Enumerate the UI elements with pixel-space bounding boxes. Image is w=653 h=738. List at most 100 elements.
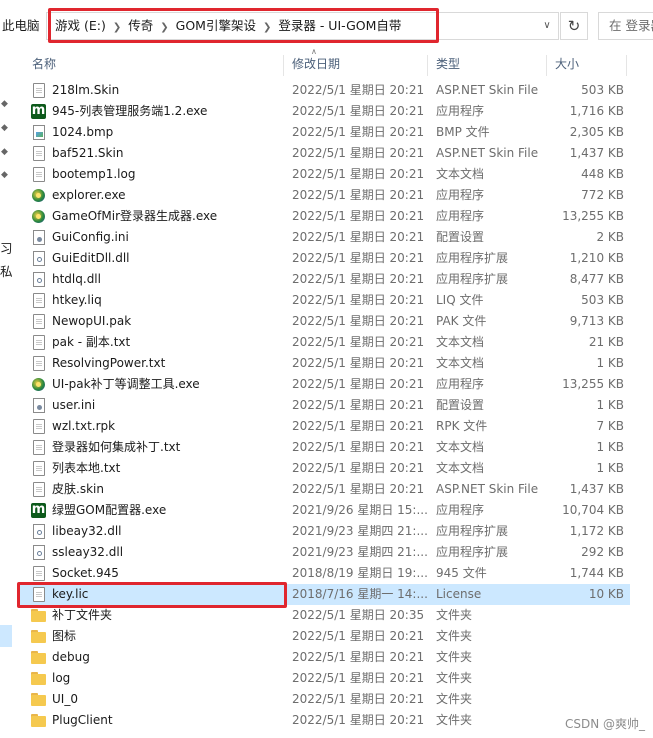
modified-date: 2022/5/1 星期日 20:21 <box>292 398 425 412</box>
file-row[interactable]: 列表本地.txt 2022/5/1 星期日 20:21 文本文档 1 KB <box>20 458 630 479</box>
column-divider[interactable] <box>626 55 627 76</box>
file-type: 文件夹 <box>436 608 473 622</box>
file-row[interactable]: NewopUI.pak 2022/5/1 星期日 20:21 PAK 文件 9,713… <box>20 311 630 332</box>
modified-date: 2022/5/1 星期日 20:21 <box>292 671 425 685</box>
file-row[interactable]: wzl.txt.rpk 2022/5/1 星期日 20:21 RPK 文件 7 KB <box>20 416 630 437</box>
modified-date: 2021/9/23 星期四 21:... <box>292 545 428 559</box>
modified-date: 2022/5/1 星期日 20:21 <box>292 650 425 664</box>
file-row[interactable]: explorer.exe 2022/5/1 星期日 20:21 应用程序 772 KB <box>20 185 630 206</box>
file-row[interactable]: key.lic 2018/7/16 星期一 14:... License 10 KB <box>20 584 630 605</box>
file-type: 文本文档 <box>436 167 485 181</box>
file-name: ssleay32.dll <box>52 545 124 559</box>
file-name: log <box>52 671 71 685</box>
file-row[interactable]: Socket.945 2018/8/19 星期日 19:... 945 文件 1,74… <box>20 563 630 584</box>
file-icon <box>33 356 45 371</box>
column-name[interactable]: 名称 <box>32 55 56 75</box>
file-icon <box>33 314 45 329</box>
file-row[interactable]: pak - 副本.txt 2022/5/1 星期日 20:21 文本文档 21 KB <box>20 332 630 353</box>
file-name: libeay32.dll <box>52 524 122 538</box>
column-size[interactable]: 大小 <box>555 55 579 75</box>
modified-date: 2022/5/1 星期日 20:21 <box>292 230 425 244</box>
file-row[interactable]: 皮肤.skin 2022/5/1 星期日 20:21 ASP.NET Skin Fi… <box>20 479 630 500</box>
file-type: 应用程序扩展 <box>436 251 509 265</box>
file-row[interactable]: 1024.bmp 2022/5/1 星期日 20:21 BMP 文件 2,305 KB <box>20 122 630 143</box>
file-icon <box>33 83 45 98</box>
folder-icon <box>31 629 46 644</box>
app-icon <box>31 377 46 392</box>
modified-date: 2021/9/26 星期日 15:... <box>292 503 428 517</box>
file-row[interactable]: GameOfMir登录器生成器.exe 2022/5/1 星期日 20:21 应用程… <box>20 206 630 227</box>
file-icon <box>33 587 45 602</box>
breadcrumb-current-folder[interactable]: 登录器 - UI-GOM自带 <box>278 13 401 39</box>
breadcrumb-drive[interactable]: 游戏 (E:) <box>55 13 106 39</box>
file-type: PAK 文件 <box>436 314 487 328</box>
file-row[interactable]: bootemp1.log 2022/5/1 星期日 20:21 文本文档 448 KB <box>20 164 630 185</box>
address-bar[interactable]: 游戏 (E:) ❯ 传奇 ❯ GOM引擎架设 ❯ 登录器 - UI-GOM自带 ∨ <box>46 12 559 40</box>
file-row[interactable]: UI-pak补丁等调整工具.exe 2022/5/1 星期日 20:21 应用程序 1… <box>20 374 630 395</box>
file-type: License <box>436 587 482 601</box>
file-size: 1,437 KB <box>569 146 624 160</box>
file-type: 应用程序扩展 <box>436 524 509 538</box>
file-name: 1024.bmp <box>52 125 114 139</box>
pin-icon: ◆ <box>1 170 8 180</box>
search-input[interactable]: 在 登录器 <box>598 12 653 40</box>
file-type: LIQ 文件 <box>436 293 484 307</box>
file-row[interactable]: baf521.Skin 2022/5/1 星期日 20:21 ASP.NET Ski… <box>20 143 630 164</box>
file-icon <box>33 335 45 350</box>
file-size: 10,704 KB <box>562 503 624 517</box>
folder-row[interactable]: log 2022/5/1 星期日 20:21 文件夹 <box>20 668 630 689</box>
breadcrumb-this-pc[interactable]: 此电脑 <box>0 12 40 40</box>
modified-date: 2022/5/1 星期日 20:21 <box>292 167 425 181</box>
file-type: ASP.NET Skin File <box>436 83 539 97</box>
folder-row[interactable]: PlugClient 2022/5/1 星期日 20:21 文件夹 <box>20 710 630 731</box>
file-icon <box>33 293 45 308</box>
column-divider[interactable] <box>283 55 284 76</box>
folder-row[interactable]: 图标 2022/5/1 星期日 20:21 文件夹 <box>20 626 630 647</box>
file-row[interactable]: ResolvingPower.txt 2022/5/1 星期日 20:21 文本文档… <box>20 353 630 374</box>
file-size: 9,713 KB <box>569 314 624 328</box>
file-name: 945-列表管理服务端1.2.exe <box>52 104 208 118</box>
folder-icon <box>31 692 46 707</box>
chevron-right-icon[interactable]: ❯ <box>263 15 271 41</box>
file-row[interactable]: htdlq.dll 2022/5/1 星期日 20:21 应用程序扩展 8,477 K… <box>20 269 630 290</box>
file-size: 2,305 KB <box>569 125 624 139</box>
chevron-right-icon[interactable]: ❯ <box>113 15 121 41</box>
refresh-button[interactable]: ↻ <box>560 12 588 40</box>
file-row[interactable]: GuiEditDll.dll 2022/5/1 星期日 20:21 应用程序扩展 1,… <box>20 248 630 269</box>
file-row[interactable]: htkey.liq 2022/5/1 星期日 20:21 LIQ 文件 503 KB <box>20 290 630 311</box>
file-name: GuiEditDll.dll <box>52 251 130 265</box>
file-type: 配置设置 <box>436 398 485 412</box>
image-file-icon <box>33 125 45 140</box>
file-row[interactable]: libeay32.dll 2021/9/23 星期四 21:... 应用程序扩展 1,… <box>20 521 630 542</box>
file-row[interactable]: 绿盟GOM配置器.exe 2021/9/26 星期日 15:... 应用程序 10,7… <box>20 499 630 521</box>
file-size: 1,716 KB <box>569 104 624 118</box>
breadcrumb-legend[interactable]: 传奇 <box>128 13 153 39</box>
file-row[interactable]: ssleay32.dll 2021/9/23 星期四 21:... 应用程序扩展 29… <box>20 542 630 563</box>
file-name: 皮肤.skin <box>52 482 104 496</box>
file-row[interactable]: 218lm.Skin 2022/5/1 星期日 20:21 ASP.NET Skin… <box>20 80 630 101</box>
folder-row[interactable]: debug 2022/5/1 星期日 20:21 文件夹 <box>20 647 630 668</box>
nav-item-fragment[interactable]: 习 <box>0 238 13 257</box>
file-type: 文件夹 <box>436 713 473 727</box>
nav-item-fragment[interactable]: 私 <box>0 261 13 280</box>
folder-row[interactable]: UI_0 2022/5/1 星期日 20:21 文件夹 <box>20 689 630 710</box>
file-name: GuiConfig.ini <box>52 230 129 244</box>
column-divider[interactable] <box>546 55 547 76</box>
file-size: 448 KB <box>581 167 624 181</box>
file-row[interactable]: 登录器如何集成补丁.txt 2022/5/1 星期日 20:21 文本文档 1 KB <box>20 437 630 458</box>
modified-date: 2022/5/1 星期日 20:21 <box>292 713 425 727</box>
chevron-down-icon[interactable]: ∨ <box>536 13 558 39</box>
nav-selected-item[interactable] <box>0 625 12 647</box>
folder-row[interactable]: 补丁文件夹 2022/5/1 星期日 20:35 文件夹 <box>20 605 630 626</box>
chevron-right-icon[interactable]: ❯ <box>160 15 168 41</box>
file-row[interactable]: 945-列表管理服务端1.2.exe 2022/5/1 星期日 20:21 应用程序… <box>20 100 630 122</box>
file-row[interactable]: GuiConfig.ini 2022/5/1 星期日 20:21 配置设置 2 KB <box>20 227 630 248</box>
modified-date: 2022/5/1 星期日 20:21 <box>292 692 425 706</box>
column-date[interactable]: 修改日期 <box>292 55 340 75</box>
file-size: 10 KB <box>588 587 624 601</box>
file-row[interactable]: user.ini 2022/5/1 星期日 20:21 配置设置 1 KB <box>20 395 630 416</box>
column-divider[interactable] <box>427 55 428 76</box>
column-type[interactable]: 类型 <box>436 55 460 75</box>
app-icon <box>31 188 46 203</box>
breadcrumb-gom-setup[interactable]: GOM引擎架设 <box>176 13 256 39</box>
